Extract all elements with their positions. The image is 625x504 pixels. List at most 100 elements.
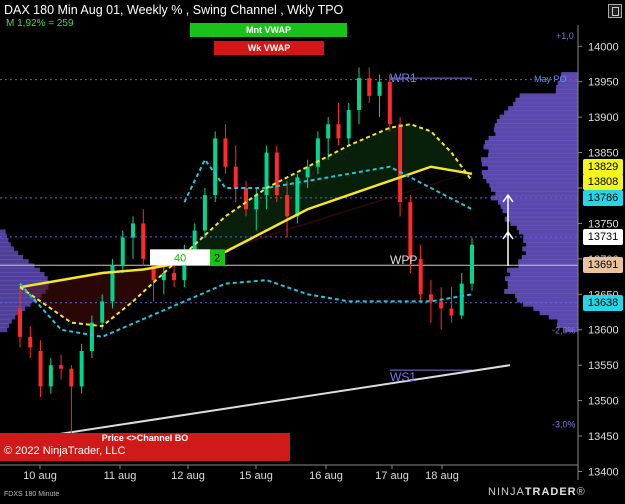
volume-bar (488, 166, 578, 171)
volume-bar (518, 259, 578, 264)
volume-bar (0, 319, 12, 324)
candle-body (213, 138, 217, 195)
volume-bar (556, 85, 578, 90)
volume-bar (513, 102, 578, 107)
volume-bar (489, 149, 578, 154)
ws1-label: WS1 (390, 370, 416, 384)
logo-text-trader: TRADER (525, 486, 577, 498)
volume-bar (489, 183, 578, 188)
volume-bar (549, 314, 578, 319)
candle-body (357, 78, 361, 110)
price-tag-13731: 13731 (583, 229, 623, 245)
volume-bar (482, 161, 578, 166)
volume-bar (540, 310, 578, 315)
price-chart[interactable]: 1340013450135001355013600136501370013750… (0, 0, 625, 504)
trendline (0, 365, 510, 443)
volume-bar (504, 289, 578, 294)
candle-body (285, 195, 289, 216)
ninjatrader-logo: NINJATRADER® (488, 486, 586, 498)
volume-bar (0, 276, 48, 281)
volume-bar (0, 259, 29, 264)
channel-bo-panel: Price <>Channel BO © 2022 NinjaTrader, L… (0, 433, 290, 461)
volume-bar (482, 170, 578, 175)
candle-body (388, 82, 392, 125)
candle-body (39, 351, 43, 386)
restore-window-button[interactable] (608, 4, 622, 18)
volume-bar (0, 242, 11, 247)
price-tick-label: 13600 (588, 325, 619, 337)
price-tick-label: 14000 (588, 41, 619, 53)
time-tick-label: 17 aug (375, 470, 409, 482)
instrument-label: FDXS 180 Minute (4, 491, 59, 498)
price-tag-13638: 13638 (583, 295, 623, 311)
volume-bar (508, 285, 578, 290)
logo-text-ninja: NINJA (488, 486, 525, 498)
candle-body (398, 124, 402, 202)
wk-vwap-button[interactable]: Wk VWAP (214, 41, 324, 55)
candle-body (18, 308, 22, 336)
pivot-lines (0, 78, 578, 370)
volume-bar (0, 251, 18, 256)
volume-bar (0, 234, 7, 239)
candle-body (336, 124, 340, 138)
price-tag-13786: 13786 (583, 190, 623, 206)
volume-bar (503, 208, 578, 213)
volume-bar (557, 319, 578, 324)
pct-up-label: +1,0 (556, 31, 574, 41)
volume-bar (515, 98, 578, 103)
volume-bar (508, 280, 578, 285)
volume-bar (556, 89, 578, 94)
time-tick-label: 12 aug (171, 470, 205, 482)
signal-box-count: 2 (214, 252, 220, 264)
candle-body (347, 110, 351, 138)
candle-body (69, 369, 73, 387)
candle-body (408, 202, 412, 259)
volume-bar (517, 297, 578, 302)
volume-bar (0, 327, 7, 332)
candle-body (419, 259, 423, 294)
candle-body (162, 273, 166, 280)
time-tick-label: 15 aug (239, 470, 273, 482)
chart-title: DAX 180 Min Aug 01, Weekly % , Swing Cha… (4, 3, 343, 17)
candle-body (470, 245, 474, 284)
volume-bar (510, 272, 578, 277)
volume-bar (0, 268, 40, 273)
candle-body (141, 223, 145, 258)
candle-body (203, 195, 207, 230)
candle-body (378, 82, 382, 96)
chart-subtitle: M 1,92% = 259 (6, 18, 74, 29)
volume-bar (489, 136, 578, 141)
volume-bar (515, 293, 578, 298)
candle-body (439, 301, 443, 308)
wr1-label: WR1 (390, 71, 417, 85)
candle-body (80, 351, 84, 386)
volume-bar (523, 234, 578, 239)
volume-bar (526, 251, 578, 256)
volume-bar (0, 297, 36, 302)
logo-registered: ® (577, 486, 586, 498)
price-tick-label: 13400 (588, 466, 619, 478)
volume-bar (0, 310, 20, 315)
time-tick-label: 11 aug (104, 470, 137, 482)
volume-bar (510, 221, 578, 226)
candle-body (449, 308, 453, 315)
mnt-vwap-button[interactable]: Mnt VWAP (190, 23, 347, 37)
candle-body (254, 195, 258, 209)
candle-body (121, 238, 125, 266)
volume-bar (504, 110, 578, 115)
volume-bar (0, 246, 14, 251)
volume-bar (522, 255, 578, 260)
wpp-label: WPP (390, 253, 417, 267)
volume-bar (507, 268, 578, 273)
volume-bar (508, 106, 578, 111)
candle-body (90, 323, 94, 351)
volume-bar (519, 229, 578, 234)
volume-bar (491, 187, 578, 192)
candle-body (172, 273, 176, 280)
time-axis: 10 aug 11 aug 12 aug 15 aug 16 aug 17 aug 18 a… (0, 465, 578, 482)
volume-bar (0, 229, 6, 234)
volume-bar (488, 153, 578, 158)
volume-bar (526, 242, 578, 247)
candle-body (100, 301, 104, 322)
candle-body (28, 337, 32, 348)
